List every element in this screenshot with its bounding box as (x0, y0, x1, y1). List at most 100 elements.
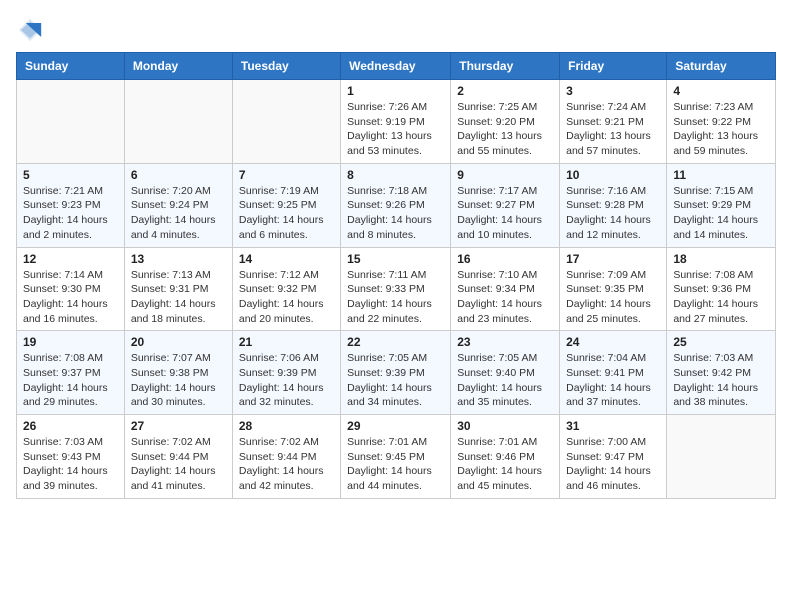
day-number: 12 (23, 252, 118, 266)
day-cell: 18 Sunrise: 7:08 AMSunset: 9:36 PMDayligh… (667, 247, 776, 331)
day-info: Sunrise: 7:03 AMSunset: 9:42 PMDaylight:… (673, 351, 769, 410)
day-number: 18 (673, 252, 769, 266)
day-cell: 14 Sunrise: 7:12 AMSunset: 9:32 PMDayligh… (232, 247, 340, 331)
day-cell: 16 Sunrise: 7:10 AMSunset: 9:34 PMDayligh… (451, 247, 560, 331)
day-cell: 31 Sunrise: 7:00 AMSunset: 9:47 PMDayligh… (560, 415, 667, 499)
column-header-saturday: Saturday (667, 53, 776, 80)
day-cell: 8Sunrise: 7:18 AMSunset: 9:26 PMDaylight… (341, 163, 451, 247)
day-cell: 6 Sunrise: 7:20 AMSunset: 9:24 PMDaylight… (124, 163, 232, 247)
day-cell: 28 Sunrise: 7:02 AMSunset: 9:44 PMDayligh… (232, 415, 340, 499)
day-cell: 27 Sunrise: 7:02 AMSunset: 9:44 PMDayligh… (124, 415, 232, 499)
day-info: Sunrise: 7:07 AMSunset: 9:38 PMDaylight:… (131, 351, 226, 410)
week-row-1: 1Sunrise: 7:26 AMSunset: 9:19 PMDaylight… (17, 80, 776, 164)
page-header (16, 16, 776, 44)
day-info: Sunrise: 7:12 AMSunset: 9:32 PMDaylight:… (239, 268, 334, 327)
day-cell: 23 Sunrise: 7:05 AMSunset: 9:40 PMDayligh… (451, 331, 560, 415)
day-info: Sunrise: 7:03 AMSunset: 9:43 PMDaylight:… (23, 435, 118, 494)
day-info: Sunrise: 7:02 AMSunset: 9:44 PMDaylight:… (239, 435, 334, 494)
day-cell (124, 80, 232, 164)
day-cell: 10 Sunrise: 7:16 AMSunset: 9:28 PMDayligh… (560, 163, 667, 247)
day-number: 25 (673, 335, 769, 349)
day-cell: 5 Sunrise: 7:21 AMSunset: 9:23 PMDaylight… (17, 163, 125, 247)
day-info: Sunrise: 7:23 AMSunset: 9:22 PMDaylight:… (673, 100, 769, 159)
column-header-monday: Monday (124, 53, 232, 80)
day-cell: 29 Sunrise: 7:01 AMSunset: 9:45 PMDayligh… (341, 415, 451, 499)
day-number: 4 (673, 84, 769, 98)
calendar-table: SundayMondayTuesdayWednesdayThursdayFrid… (16, 52, 776, 499)
day-info: Sunrise: 7:25 AMSunset: 9:20 PMDaylight:… (457, 100, 553, 159)
day-cell (667, 415, 776, 499)
day-info: Sunrise: 7:21 AMSunset: 9:23 PMDaylight:… (23, 184, 118, 243)
week-row-5: 26 Sunrise: 7:03 AMSunset: 9:43 PMDayligh… (17, 415, 776, 499)
day-number: 14 (239, 252, 334, 266)
day-number: 26 (23, 419, 118, 433)
day-number: 17 (566, 252, 660, 266)
day-info: Sunrise: 7:01 AMSunset: 9:45 PMDaylight:… (347, 435, 444, 494)
day-info: Sunrise: 7:14 AMSunset: 9:30 PMDaylight:… (23, 268, 118, 327)
day-cell: 19 Sunrise: 7:08 AMSunset: 9:37 PMDayligh… (17, 331, 125, 415)
day-cell: 30 Sunrise: 7:01 AMSunset: 9:46 PMDayligh… (451, 415, 560, 499)
day-info: Sunrise: 7:06 AMSunset: 9:39 PMDaylight:… (239, 351, 334, 410)
day-cell: 20Sunrise: 7:07 AMSunset: 9:38 PMDayligh… (124, 331, 232, 415)
day-number: 2 (457, 84, 553, 98)
day-cell: 12 Sunrise: 7:14 AMSunset: 9:30 PMDayligh… (17, 247, 125, 331)
day-cell: 17Sunrise: 7:09 AMSunset: 9:35 PMDayligh… (560, 247, 667, 331)
day-cell: 7 Sunrise: 7:19 AMSunset: 9:25 PMDaylight… (232, 163, 340, 247)
day-cell: 2 Sunrise: 7:25 AMSunset: 9:20 PMDaylight… (451, 80, 560, 164)
day-info: Sunrise: 7:05 AMSunset: 9:40 PMDaylight:… (457, 351, 553, 410)
day-number: 29 (347, 419, 444, 433)
logo (16, 16, 48, 44)
day-number: 10 (566, 168, 660, 182)
day-info: Sunrise: 7:15 AMSunset: 9:29 PMDaylight:… (673, 184, 769, 243)
day-number: 6 (131, 168, 226, 182)
day-cell: 22 Sunrise: 7:05 AMSunset: 9:39 PMDayligh… (341, 331, 451, 415)
day-info: Sunrise: 7:02 AMSunset: 9:44 PMDaylight:… (131, 435, 226, 494)
day-cell: 15 Sunrise: 7:11 AMSunset: 9:33 PMDayligh… (341, 247, 451, 331)
day-number: 31 (566, 419, 660, 433)
day-cell: 3 Sunrise: 7:24 AMSunset: 9:21 PMDaylight… (560, 80, 667, 164)
day-number: 11 (673, 168, 769, 182)
day-number: 22 (347, 335, 444, 349)
column-header-sunday: Sunday (17, 53, 125, 80)
day-info: Sunrise: 7:10 AMSunset: 9:34 PMDaylight:… (457, 268, 553, 327)
day-info: Sunrise: 7:01 AMSunset: 9:46 PMDaylight:… (457, 435, 553, 494)
column-header-wednesday: Wednesday (341, 53, 451, 80)
day-info: Sunrise: 7:19 AMSunset: 9:25 PMDaylight:… (239, 184, 334, 243)
week-row-2: 5 Sunrise: 7:21 AMSunset: 9:23 PMDaylight… (17, 163, 776, 247)
column-header-friday: Friday (560, 53, 667, 80)
day-number: 15 (347, 252, 444, 266)
day-number: 16 (457, 252, 553, 266)
day-cell: 26 Sunrise: 7:03 AMSunset: 9:43 PMDayligh… (17, 415, 125, 499)
logo-icon (16, 16, 44, 44)
day-cell: 1Sunrise: 7:26 AMSunset: 9:19 PMDaylight… (341, 80, 451, 164)
day-cell: 24 Sunrise: 7:04 AMSunset: 9:41 PMDayligh… (560, 331, 667, 415)
day-info: Sunrise: 7:08 AMSunset: 9:36 PMDaylight:… (673, 268, 769, 327)
day-info: Sunrise: 7:04 AMSunset: 9:41 PMDaylight:… (566, 351, 660, 410)
day-info: Sunrise: 7:00 AMSunset: 9:47 PMDaylight:… (566, 435, 660, 494)
day-number: 5 (23, 168, 118, 182)
day-number: 7 (239, 168, 334, 182)
day-info: Sunrise: 7:17 AMSunset: 9:27 PMDaylight:… (457, 184, 553, 243)
day-cell (232, 80, 340, 164)
calendar-header-row: SundayMondayTuesdayWednesdayThursdayFrid… (17, 53, 776, 80)
day-number: 28 (239, 419, 334, 433)
day-info: Sunrise: 7:20 AMSunset: 9:24 PMDaylight:… (131, 184, 226, 243)
day-number: 19 (23, 335, 118, 349)
day-number: 1 (347, 84, 444, 98)
day-info: Sunrise: 7:08 AMSunset: 9:37 PMDaylight:… (23, 351, 118, 410)
day-number: 27 (131, 419, 226, 433)
column-header-thursday: Thursday (451, 53, 560, 80)
day-info: Sunrise: 7:24 AMSunset: 9:21 PMDaylight:… (566, 100, 660, 159)
day-number: 8 (347, 168, 444, 182)
day-cell (17, 80, 125, 164)
day-number: 3 (566, 84, 660, 98)
day-number: 30 (457, 419, 553, 433)
day-cell: 11 Sunrise: 7:15 AMSunset: 9:29 PMDayligh… (667, 163, 776, 247)
day-info: Sunrise: 7:05 AMSunset: 9:39 PMDaylight:… (347, 351, 444, 410)
day-number: 24 (566, 335, 660, 349)
day-number: 23 (457, 335, 553, 349)
day-number: 21 (239, 335, 334, 349)
day-info: Sunrise: 7:11 AMSunset: 9:33 PMDaylight:… (347, 268, 444, 327)
day-info: Sunrise: 7:16 AMSunset: 9:28 PMDaylight:… (566, 184, 660, 243)
day-cell: 25 Sunrise: 7:03 AMSunset: 9:42 PMDayligh… (667, 331, 776, 415)
